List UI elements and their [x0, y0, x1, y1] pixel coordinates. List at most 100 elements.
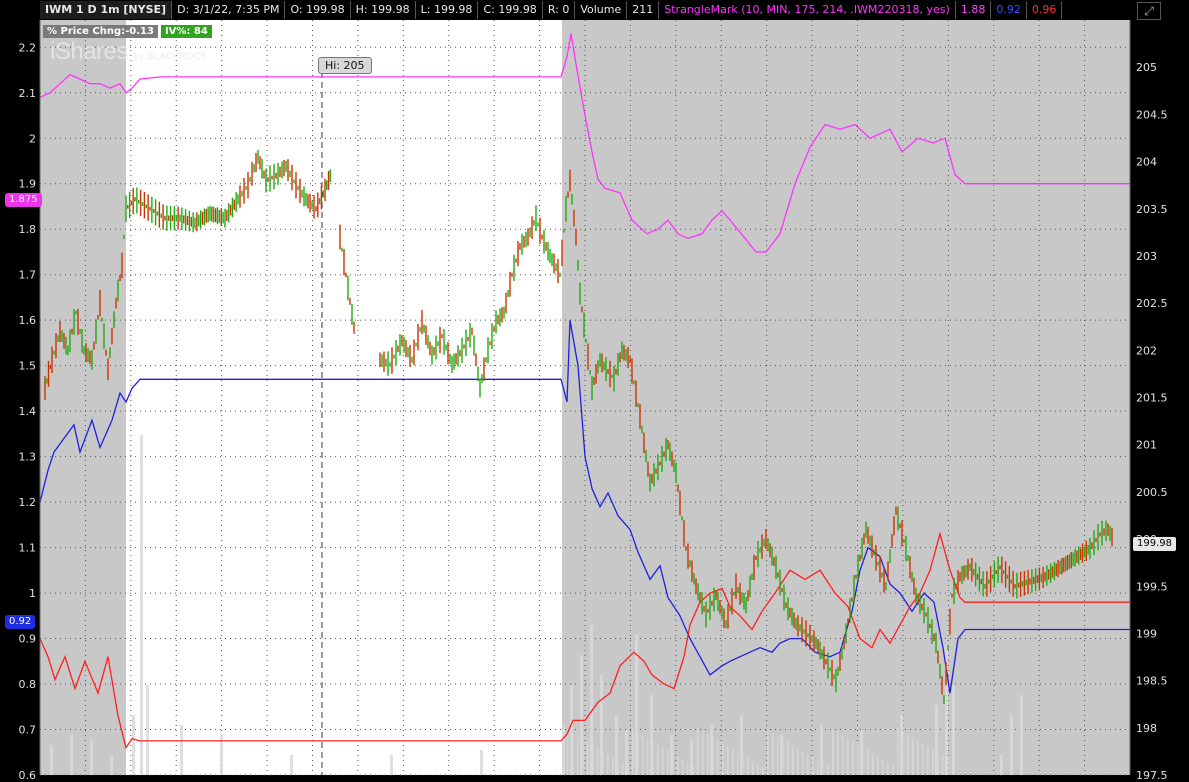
volume-bar [877, 756, 879, 775]
ishares-logo: iShares by BLACKROCK [50, 38, 207, 66]
volume-bar [697, 728, 699, 775]
volume-bar [110, 755, 113, 775]
volume-bar [672, 753, 674, 775]
chart-header: IWM 1 D 1m [NYSE] D: 3/1/22, 7:35 PM O: … [40, 0, 1063, 20]
left-tick-label: 1.4 [19, 405, 37, 418]
symbol-label[interactable]: IWM 1 D 1m [NYSE] [40, 1, 173, 19]
left-tick-label: 1.2 [19, 496, 37, 509]
volume-bar [627, 766, 629, 775]
volume-bar [146, 685, 149, 775]
left-tick-label: 0.9 [19, 633, 37, 646]
left-tick-label: 1.5 [19, 360, 37, 373]
volume-bar [737, 752, 739, 775]
volume-bar [902, 731, 904, 775]
left-tick-label: 0.6 [19, 769, 37, 782]
right-tick-label: 205 [1136, 61, 1157, 74]
iv-badge: IV%: 84 [160, 25, 212, 38]
volume-bar [677, 756, 679, 775]
left-tick-label: 1.1 [19, 542, 37, 555]
right-tick-label: 203.5 [1136, 203, 1168, 216]
volume-bar [632, 729, 634, 775]
magenta-value-label: 1.875 [5, 193, 42, 207]
volume-bar [767, 730, 769, 775]
volume-bar [50, 745, 53, 775]
volume-bar [587, 742, 589, 775]
right-tick-label: 199 [1136, 627, 1157, 640]
left-tick-label: 0.8 [19, 678, 37, 691]
volume-bar [1010, 715, 1013, 775]
left-tick-label: 2 [29, 132, 36, 145]
volume-bar [687, 762, 689, 775]
high-label: H: 199.98 [351, 1, 416, 19]
volume-bar [912, 737, 914, 775]
volume-bar [852, 741, 854, 775]
volume-bar [682, 759, 684, 775]
study-label[interactable]: StrangleMark (10, MIN, 175, 214, .IWM220… [659, 1, 956, 19]
volume-bar [712, 737, 714, 775]
volume-bar [777, 736, 779, 775]
volume-bar [917, 740, 919, 775]
range-label: R: 0 [543, 1, 576, 19]
right-tick-label: 199.5 [1136, 580, 1168, 593]
volume-bar [922, 743, 924, 775]
low-label: L: 199.98 [416, 1, 479, 19]
right-tick-label: 204.5 [1136, 108, 1168, 121]
volume-bar [592, 745, 594, 775]
volume-bar [857, 744, 859, 775]
volume-bar [732, 749, 734, 775]
volume-bar [782, 739, 784, 775]
volume-bar [752, 761, 754, 775]
expand-icon[interactable]: ⤢ [1137, 2, 1161, 20]
volume-bar [897, 728, 899, 775]
volume-bar [892, 765, 894, 775]
volume-bar [907, 734, 909, 775]
volume-bar [602, 751, 604, 775]
close-label: C: 199.98 [478, 1, 543, 19]
volume-bar [480, 750, 483, 775]
blue-value-label: 0.92 [5, 615, 36, 629]
volume-bar [827, 766, 829, 775]
volume-bar [607, 754, 609, 775]
last-price-label: 199.98 [1133, 537, 1176, 551]
shaded-region [950, 20, 1130, 775]
volume-bar [692, 765, 694, 775]
right-tick-label: 201.5 [1136, 392, 1168, 405]
volume-bar [837, 732, 839, 775]
volume-value: 211 [627, 1, 660, 19]
volume-label[interactable]: Volume [575, 1, 628, 19]
right-tick-label: 202.5 [1136, 297, 1168, 310]
right-tick-label: 198 [1136, 722, 1157, 735]
right-tick-label: 204 [1136, 156, 1157, 169]
volume-bar [802, 751, 804, 775]
volume-bar [847, 738, 849, 775]
volume-bar [727, 746, 729, 775]
volume-bar [862, 747, 864, 775]
left-tick-label: 2.2 [19, 41, 37, 54]
study-value-2: 0.92 [991, 1, 1027, 19]
volume-bar [927, 746, 929, 775]
chart-canvas[interactable]: 0.6 0.7 0.8 0.9 1 1.1 1.2 1.3 1.4 1.5 1.6 1.7 1.8 1.9… [0, 0, 1189, 782]
volume-bar [617, 760, 619, 775]
right-tick-label: 203 [1136, 250, 1157, 263]
volume-bar [717, 740, 719, 775]
volume-bar [622, 763, 624, 775]
price-change-badge: % Price Chng:-0.13 [43, 25, 158, 38]
volume-bar [872, 753, 874, 775]
right-tick-label: 198.5 [1136, 675, 1168, 688]
volume-bar [942, 755, 944, 775]
volume-bar [832, 729, 834, 775]
volume-bar [762, 767, 764, 775]
volume-bar [1020, 695, 1023, 775]
volume-bar [707, 734, 709, 775]
volume-bar [577, 736, 579, 775]
volume-bar [140, 435, 143, 775]
volume-bar [842, 735, 844, 775]
volume-bar [582, 739, 584, 775]
volume-bar [647, 738, 649, 775]
study-value-1: 1.88 [956, 1, 992, 19]
volume-bar [612, 757, 614, 775]
volume-bar [702, 731, 704, 775]
volume-bar [947, 758, 949, 775]
volume-bar [757, 764, 759, 775]
right-tick-label: 197.5 [1136, 769, 1168, 782]
